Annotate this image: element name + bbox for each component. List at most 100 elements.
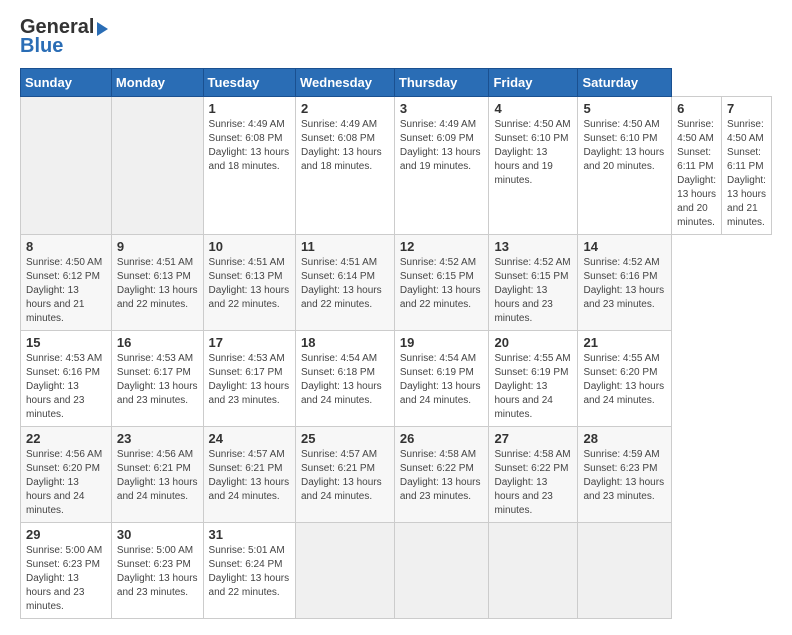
- calendar-cell: 18Sunrise: 4:54 AMSunset: 6:18 PMDayligh…: [295, 331, 394, 427]
- day-number: 11: [301, 239, 389, 254]
- calendar-cell: 21 Sunrise: 4:55 AMSunset: 6:20 PMDayligh…: [578, 331, 672, 427]
- day-info: Sunrise: 4:56 AMSunset: 6:20 PMDaylight:…: [26, 448, 106, 518]
- calendar-cell: 15 Sunrise: 4:53 AMSunset: 6:16 PMDayligh…: [21, 331, 112, 427]
- day-info: Sunrise: 4:57 AMSunset: 6:21 PMDaylight:…: [209, 448, 290, 504]
- calendar-week-row: 15 Sunrise: 4:53 AMSunset: 6:16 PMDayligh…: [21, 331, 772, 427]
- day-info: Sunrise: 5:00 AMSunset: 6:23 PMDaylight:…: [117, 544, 198, 600]
- calendar-cell: 28 Sunrise: 4:59 AMSunset: 6:23 PMDayligh…: [578, 427, 672, 523]
- day-number: 8: [26, 239, 106, 254]
- day-info: Sunrise: 4:50 AMSunset: 6:11 PMDaylight:…: [727, 118, 766, 230]
- day-number: 1: [209, 101, 290, 116]
- calendar-cell: 9 Sunrise: 4:51 AMSunset: 6:13 PMDaylight…: [111, 235, 203, 331]
- day-info: Sunrise: 4:49 AMSunset: 6:09 PMDaylight:…: [400, 118, 484, 174]
- calendar-header-row: SundayMondayTuesdayWednesdayThursdayFrid…: [21, 69, 772, 97]
- day-info: Sunrise: 4:49 AMSunset: 6:08 PMDaylight:…: [301, 118, 389, 174]
- day-number: 5: [583, 101, 666, 116]
- calendar-cell: 19 Sunrise: 4:54 AMSunset: 6:19 PMDayligh…: [394, 331, 489, 427]
- calendar-cell: [111, 97, 203, 235]
- calendar-cell: 2 Sunrise: 4:49 AMSunset: 6:08 PMDaylight…: [295, 97, 394, 235]
- day-number: 31: [209, 527, 290, 542]
- day-number: 22: [26, 431, 106, 446]
- weekday-header-friday: Friday: [489, 69, 578, 97]
- day-info: Sunrise: 4:52 AMSunset: 6:15 PMDaylight:…: [400, 256, 484, 312]
- calendar-cell: 20Sunrise: 4:55 AMSunset: 6:19 PMDayligh…: [489, 331, 578, 427]
- day-number: 4: [494, 101, 572, 116]
- day-number: 13: [494, 239, 572, 254]
- weekday-header-thursday: Thursday: [394, 69, 489, 97]
- day-number: 6: [677, 101, 716, 116]
- calendar-cell: [21, 97, 112, 235]
- day-info: Sunrise: 4:57 AMSunset: 6:21 PMDaylight:…: [301, 448, 389, 504]
- day-number: 16: [117, 335, 198, 350]
- day-info: Sunrise: 5:00 AMSunset: 6:23 PMDaylight:…: [26, 544, 106, 614]
- day-info: Sunrise: 4:49 AMSunset: 6:08 PMDaylight:…: [209, 118, 290, 174]
- calendar-cell: 27Sunrise: 4:58 AMSunset: 6:22 PMDayligh…: [489, 427, 578, 523]
- day-number: 25: [301, 431, 389, 446]
- day-number: 9: [117, 239, 198, 254]
- day-info: Sunrise: 4:58 AMSunset: 6:22 PMDaylight:…: [400, 448, 484, 504]
- day-number: 12: [400, 239, 484, 254]
- weekday-header-sunday: Sunday: [21, 69, 112, 97]
- day-info: Sunrise: 4:58 AMSunset: 6:22 PMDaylight:…: [494, 448, 572, 518]
- calendar-table: SundayMondayTuesdayWednesdayThursdayFrid…: [20, 68, 772, 619]
- logo-blue: Blue: [20, 35, 63, 58]
- day-number: 2: [301, 101, 389, 116]
- calendar-cell: [394, 523, 489, 619]
- calendar-cell: 8 Sunrise: 4:50 AMSunset: 6:12 PMDaylight…: [21, 235, 112, 331]
- day-info: Sunrise: 4:53 AMSunset: 6:17 PMDaylight:…: [117, 352, 198, 408]
- day-number: 19: [400, 335, 484, 350]
- page-header: General Blue: [20, 16, 772, 58]
- calendar-cell: 12 Sunrise: 4:52 AMSunset: 6:15 PMDayligh…: [394, 235, 489, 331]
- calendar-cell: [489, 523, 578, 619]
- calendar-cell: 7 Sunrise: 4:50 AMSunset: 6:11 PMDaylight…: [722, 97, 772, 235]
- calendar-cell: 11Sunrise: 4:51 AMSunset: 6:14 PMDayligh…: [295, 235, 394, 331]
- calendar-cell: 23Sunrise: 4:56 AMSunset: 6:21 PMDayligh…: [111, 427, 203, 523]
- day-number: 28: [583, 431, 666, 446]
- day-number: 26: [400, 431, 484, 446]
- day-info: Sunrise: 4:50 AMSunset: 6:10 PMDaylight:…: [583, 118, 666, 174]
- day-number: 18: [301, 335, 389, 350]
- day-info: Sunrise: 4:53 AMSunset: 6:16 PMDaylight:…: [26, 352, 106, 422]
- calendar-cell: 22 Sunrise: 4:56 AMSunset: 6:20 PMDayligh…: [21, 427, 112, 523]
- logo-arrow-icon: [97, 22, 108, 36]
- calendar-cell: 13Sunrise: 4:52 AMSunset: 6:15 PMDayligh…: [489, 235, 578, 331]
- day-number: 17: [209, 335, 290, 350]
- calendar-cell: 31Sunrise: 5:01 AMSunset: 6:24 PMDayligh…: [203, 523, 295, 619]
- day-number: 3: [400, 101, 484, 116]
- calendar-cell: [295, 523, 394, 619]
- calendar-cell: 25 Sunrise: 4:57 AMSunset: 6:21 PMDayligh…: [295, 427, 394, 523]
- day-number: 21: [583, 335, 666, 350]
- day-info: Sunrise: 4:50 AMSunset: 6:12 PMDaylight:…: [26, 256, 106, 326]
- day-number: 29: [26, 527, 106, 542]
- day-info: Sunrise: 4:56 AMSunset: 6:21 PMDaylight:…: [117, 448, 198, 504]
- day-info: Sunrise: 4:53 AMSunset: 6:17 PMDaylight:…: [209, 352, 290, 408]
- calendar-cell: 29 Sunrise: 5:00 AMSunset: 6:23 PMDayligh…: [21, 523, 112, 619]
- day-number: 10: [209, 239, 290, 254]
- day-info: Sunrise: 4:50 AMSunset: 6:10 PMDaylight:…: [494, 118, 572, 188]
- calendar-week-row: 22 Sunrise: 4:56 AMSunset: 6:20 PMDayligh…: [21, 427, 772, 523]
- calendar-cell: 24Sunrise: 4:57 AMSunset: 6:21 PMDayligh…: [203, 427, 295, 523]
- logo: General Blue: [20, 16, 108, 58]
- calendar-cell: 16 Sunrise: 4:53 AMSunset: 6:17 PMDayligh…: [111, 331, 203, 427]
- calendar-cell: 26 Sunrise: 4:58 AMSunset: 6:22 PMDayligh…: [394, 427, 489, 523]
- calendar-week-row: 1 Sunrise: 4:49 AMSunset: 6:08 PMDaylight…: [21, 97, 772, 235]
- day-info: Sunrise: 4:54 AMSunset: 6:19 PMDaylight:…: [400, 352, 484, 408]
- day-info: Sunrise: 4:59 AMSunset: 6:23 PMDaylight:…: [583, 448, 666, 504]
- calendar-cell: 30 Sunrise: 5:00 AMSunset: 6:23 PMDayligh…: [111, 523, 203, 619]
- weekday-header-saturday: Saturday: [578, 69, 672, 97]
- day-info: Sunrise: 4:52 AMSunset: 6:16 PMDaylight:…: [583, 256, 666, 312]
- calendar-cell: 3 Sunrise: 4:49 AMSunset: 6:09 PMDaylight…: [394, 97, 489, 235]
- day-info: Sunrise: 4:55 AMSunset: 6:20 PMDaylight:…: [583, 352, 666, 408]
- day-info: Sunrise: 4:51 AMSunset: 6:13 PMDaylight:…: [117, 256, 198, 312]
- calendar-week-row: 8 Sunrise: 4:50 AMSunset: 6:12 PMDaylight…: [21, 235, 772, 331]
- day-number: 7: [727, 101, 766, 116]
- day-number: 14: [583, 239, 666, 254]
- calendar-week-row: 29 Sunrise: 5:00 AMSunset: 6:23 PMDayligh…: [21, 523, 772, 619]
- day-info: Sunrise: 4:55 AMSunset: 6:19 PMDaylight:…: [494, 352, 572, 422]
- day-number: 15: [26, 335, 106, 350]
- weekday-header-tuesday: Tuesday: [203, 69, 295, 97]
- calendar-cell: 4 Sunrise: 4:50 AMSunset: 6:10 PMDaylight…: [489, 97, 578, 235]
- calendar-cell: 5 Sunrise: 4:50 AMSunset: 6:10 PMDaylight…: [578, 97, 672, 235]
- day-number: 30: [117, 527, 198, 542]
- weekday-header-wednesday: Wednesday: [295, 69, 394, 97]
